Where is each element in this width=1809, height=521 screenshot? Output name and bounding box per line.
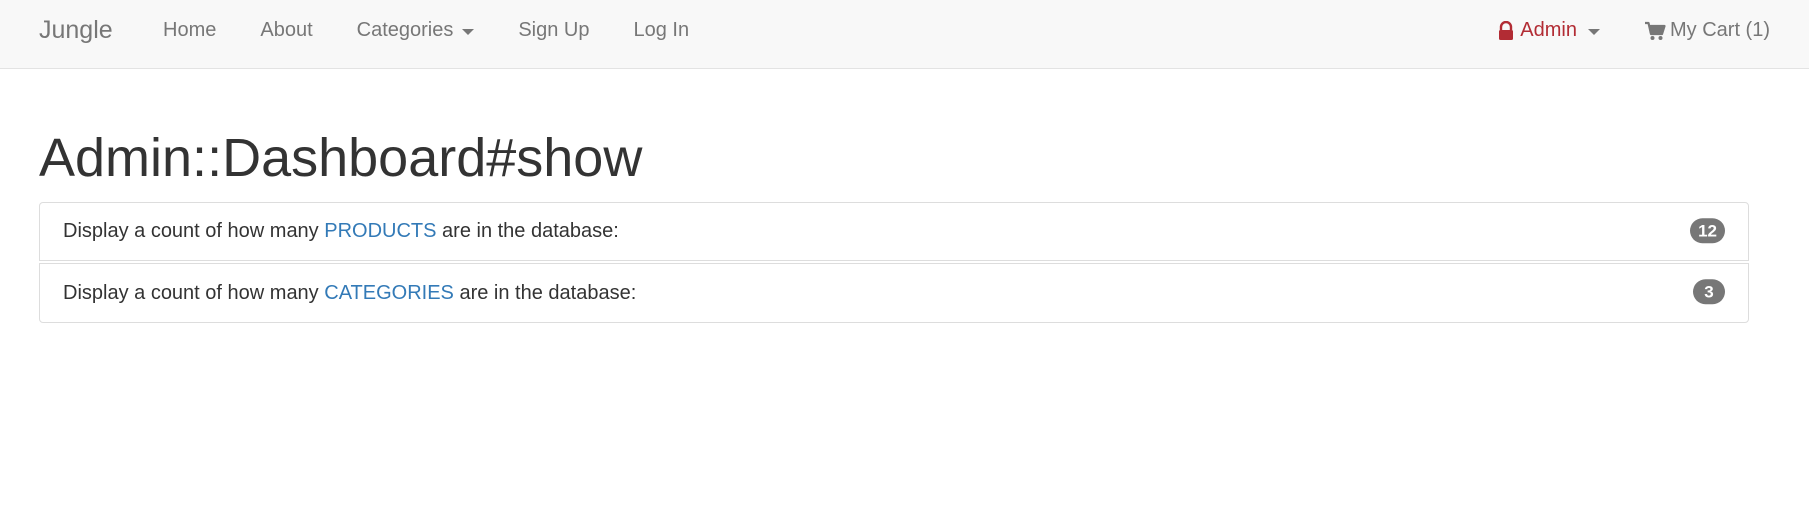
nav-sign-up-label: Sign Up [518,19,590,41]
nav-categories-label: Categories [356,19,454,41]
categories-link[interactable]: CATEGORIES [324,282,454,305]
shopping-cart-icon [1645,21,1666,40]
page-title: Admin::Dashboard#show [39,128,643,188]
nav-right: Admin My Cart (1) [1475,0,1770,61]
caret-down-icon [1588,28,1600,35]
products-count-suffix: are in the database: [436,220,619,242]
admin-dropdown[interactable]: Admin [1475,0,1622,61]
nav-log-in-link[interactable]: Log In [612,0,712,61]
lock-icon [1499,20,1514,40]
categories-count-badge: 3 [1693,279,1725,305]
categories-count-prefix: Display a count of how many [63,281,325,304]
nav-about-link[interactable]: About [238,0,334,61]
list-item-products-count: Display a count of how many PRODUCTS are… [39,202,1749,261]
products-count-badge: 12 [1690,217,1725,243]
products-count-prefix: Display a count of how many [63,220,325,242]
nav-log-in-label: Log In [633,19,690,41]
nav-categories-dropdown[interactable]: Categories [335,0,497,61]
stats-list: Display a count of how many PRODUCTS are… [39,202,1749,323]
cart-link[interactable]: My Cart (1) [1622,0,1770,61]
admin-label: Admin [1520,19,1577,41]
nav-home-link[interactable]: Home [141,0,238,61]
list-item-categories-count: Display a count of how many CATEGORIES a… [39,263,1749,323]
caret-down-icon [462,28,475,35]
products-link[interactable]: PRODUCTS [324,220,436,243]
nav-sign-up-link[interactable]: Sign Up [496,0,611,61]
brand-link[interactable]: Jungle [39,0,113,61]
cart-label: My Cart (1) [1670,19,1770,41]
nav-about-label: About [260,19,313,41]
categories-count-suffix: are in the database: [453,281,637,304]
navbar: Jungle Home About Categories Sign Up Log… [0,0,1809,69]
nav-home-label: Home [163,19,217,41]
nav-left: Home About Categories Sign Up Log In [141,0,711,61]
